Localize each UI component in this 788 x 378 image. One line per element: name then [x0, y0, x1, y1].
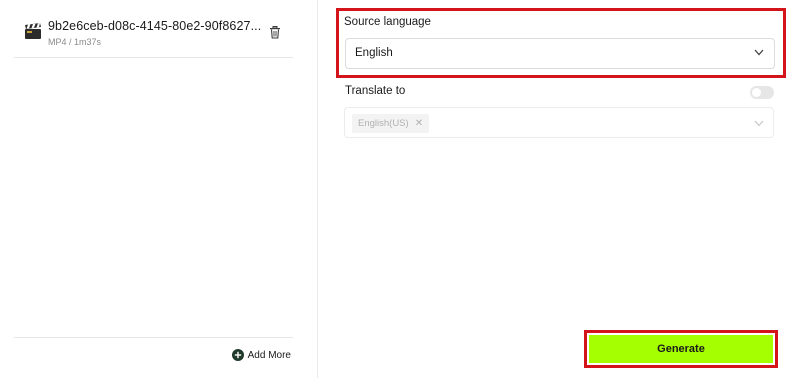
file-name: 9b2e6ceb-d08c-4145-80e2-90f8627... — [48, 19, 262, 33]
close-icon[interactable]: ✕ — [415, 118, 423, 129]
generate-highlight: Generate — [584, 330, 778, 368]
toggle-knob — [752, 88, 761, 97]
translate-toggle[interactable] — [750, 86, 774, 99]
translate-to-label: Translate to — [345, 85, 406, 97]
trash-icon[interactable] — [269, 26, 281, 39]
plus-circle-icon — [231, 349, 244, 361]
chevron-down-icon — [754, 120, 764, 127]
file-meta: MP4 / 1m37s — [48, 37, 102, 47]
add-more-label: Add More — [247, 349, 291, 361]
generate-label: Generate — [657, 343, 705, 355]
language-chip: English(US) ✕ — [352, 114, 430, 133]
add-more-button[interactable]: Add More — [231, 349, 291, 361]
target-language-select[interactable]: English(US) ✕ — [344, 107, 774, 138]
file-list-item[interactable]: 9b2e6ceb-d08c-4145-80e2-90f8627... MP4 /… — [14, 14, 293, 58]
language-chip-label: English(US) — [358, 118, 409, 129]
generate-button[interactable]: Generate — [589, 335, 773, 363]
source-language-value: English — [355, 47, 393, 59]
chevron-down-icon — [754, 49, 764, 56]
source-language-select[interactable]: English — [345, 38, 775, 69]
source-language-section: Source language English — [336, 8, 786, 78]
file-list-panel: 9b2e6ceb-d08c-4145-80e2-90f8627... MP4 /… — [0, 0, 318, 378]
clapperboard-icon — [25, 23, 41, 39]
source-language-label: Source language — [344, 16, 431, 28]
file-list-footer: Add More — [14, 337, 293, 378]
